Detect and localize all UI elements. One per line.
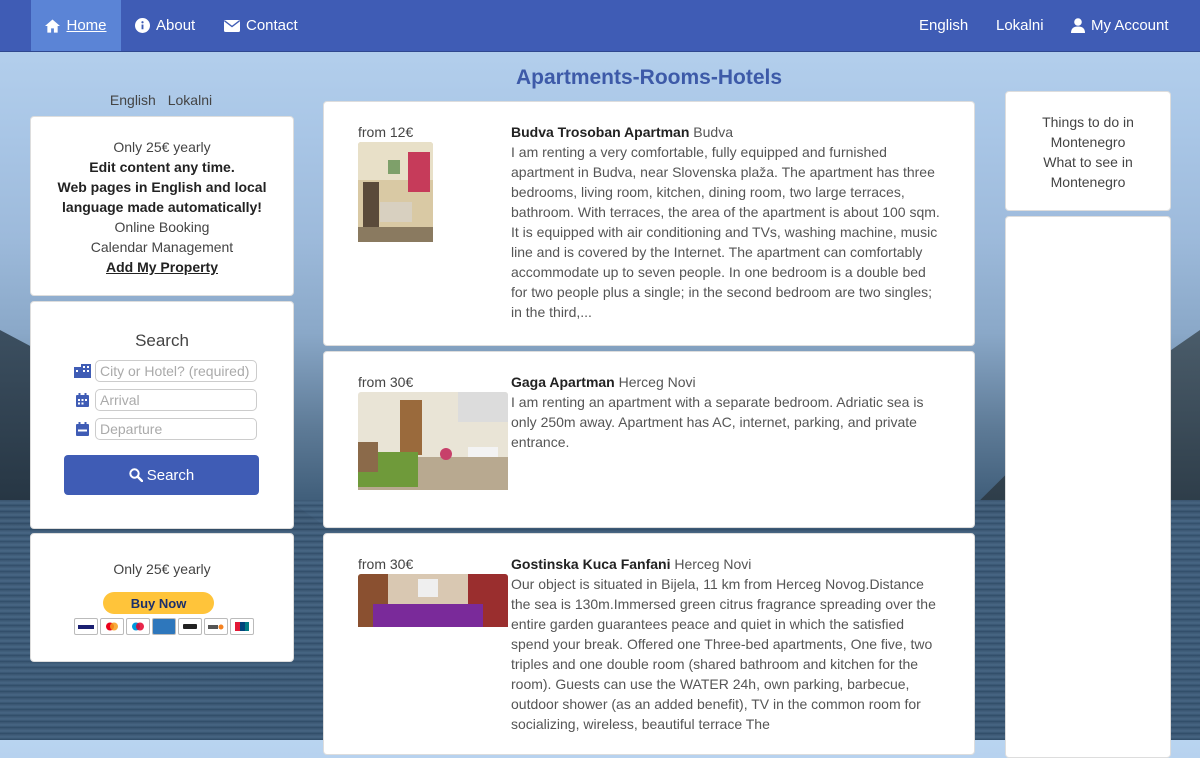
- buy-now-label: Buy Now: [130, 595, 187, 611]
- mastercard-icon: [100, 618, 124, 635]
- search-button-label: Search: [146, 466, 195, 484]
- buy-now-button[interactable]: Buy Now: [103, 592, 214, 614]
- listing-text: Gostinska Kuca Fanfani Herceg Novi Our o…: [511, 554, 941, 734]
- nav-lokalni-label: Lokalni: [996, 17, 1044, 34]
- nav-contact[interactable]: Contact: [224, 0, 298, 51]
- maestro-icon: [126, 618, 150, 635]
- lang-english-link[interactable]: English: [110, 92, 156, 108]
- nav-my-account[interactable]: My Account: [1071, 0, 1169, 51]
- departure-row: [71, 418, 257, 440]
- listing-city: Budva: [693, 124, 733, 140]
- city-row: [71, 360, 257, 382]
- user-icon: [1071, 18, 1085, 33]
- info-links-card: Things to do in Montenegro What to see i…: [1005, 91, 1171, 211]
- arrival-input[interactable]: [95, 389, 257, 411]
- nav-my-account-label: My Account: [1091, 17, 1169, 34]
- listing-price: from 30€: [358, 556, 414, 572]
- listing-city: Herceg Novi: [618, 374, 696, 390]
- envelope-icon: [224, 19, 240, 32]
- search-card: Search Search: [30, 301, 294, 529]
- listing-card: from 30€ Gaga Apartman Herceg Novi I am …: [323, 351, 975, 528]
- calendar-minus-icon: [71, 422, 93, 436]
- visa-icon: [74, 618, 98, 635]
- navbar: Home About Contact English Lokalni My Ac…: [0, 0, 1200, 52]
- discover-icon: [204, 618, 228, 635]
- nav-contact-label: Contact: [246, 17, 298, 34]
- listing-name[interactable]: Budva Trosoban Apartman: [511, 124, 689, 140]
- calendar-icon: [71, 393, 93, 407]
- listing-price: from 12€: [358, 124, 414, 140]
- listing-card: from 12€ Budva Trosoban Apartman Budva I…: [323, 101, 975, 346]
- listing-text: Gaga Apartman Herceg Novi I am renting a…: [511, 372, 941, 452]
- listing-text: Budva Trosoban Apartman Budva I am renti…: [511, 122, 941, 322]
- nav-about[interactable]: About: [135, 0, 195, 51]
- promo-edit-text: Edit content any time.: [89, 159, 235, 175]
- payment-card: Only 25€ yearly Buy Now: [30, 533, 294, 662]
- listing-name[interactable]: Gaga Apartman: [511, 374, 615, 390]
- promo-price: Only 25€ yearly: [113, 139, 211, 155]
- listing-photo[interactable]: [358, 142, 433, 247]
- payment-price: Only 25€ yearly: [113, 561, 211, 577]
- listing-description: I am renting a very comfortable, fully e…: [511, 144, 940, 320]
- what-to-see-link[interactable]: What to see in Montenegro: [1006, 152, 1170, 192]
- nav-english[interactable]: English: [919, 0, 968, 51]
- nav-home[interactable]: Home: [31, 0, 121, 51]
- city-icon: [71, 364, 93, 378]
- things-to-do-link[interactable]: Things to do in Montenegro: [1006, 112, 1170, 152]
- unionpay-icon: [230, 618, 254, 635]
- lang-lokalni-link[interactable]: Lokalni: [168, 92, 212, 108]
- payment-cards: [74, 618, 254, 635]
- listing-price: from 30€: [358, 374, 414, 390]
- nav-lokalni[interactable]: Lokalni: [996, 0, 1044, 51]
- apple-pay-icon: [178, 618, 202, 635]
- listing-card: from 30€ Gostinska Kuca Fanfani Herceg N…: [323, 533, 975, 755]
- nav-english-label: English: [919, 17, 969, 34]
- page-title: Apartments-Rooms-Hotels: [515, 66, 783, 89]
- departure-input[interactable]: [95, 418, 257, 440]
- amex-icon: [152, 618, 176, 635]
- listing-name[interactable]: Gostinska Kuca Fanfani: [511, 556, 670, 572]
- promo-online-booking: Online Booking: [114, 219, 210, 235]
- search-button[interactable]: Search: [64, 455, 259, 495]
- arrival-row: [71, 389, 257, 411]
- info-icon: [135, 18, 150, 33]
- listing-photo[interactable]: [358, 392, 508, 505]
- promo-card: Only 25€ yearly Edit content any time. W…: [30, 116, 294, 296]
- nav-about-label: About: [156, 17, 196, 34]
- listing-city: Herceg Novi: [674, 556, 752, 572]
- listing-description: Our object is situated in Bijela, 11 km …: [511, 576, 936, 732]
- listing-photo[interactable]: [358, 574, 508, 632]
- add-property-link[interactable]: Add My Property: [106, 259, 218, 275]
- promo-calendar: Calendar Management: [90, 239, 234, 255]
- nav-home-label: Home: [66, 17, 107, 34]
- listing-description: I am renting an apartment with a separat…: [511, 394, 924, 450]
- search-title: Search: [135, 331, 189, 350]
- city-input[interactable]: [95, 360, 257, 382]
- language-switch: English Lokalni: [30, 92, 292, 108]
- sidebar-panel: [1005, 216, 1171, 758]
- promo-web-pages-text: Web pages in English and local language …: [57, 179, 267, 215]
- home-icon: [45, 18, 61, 33]
- search-icon: [129, 468, 143, 482]
